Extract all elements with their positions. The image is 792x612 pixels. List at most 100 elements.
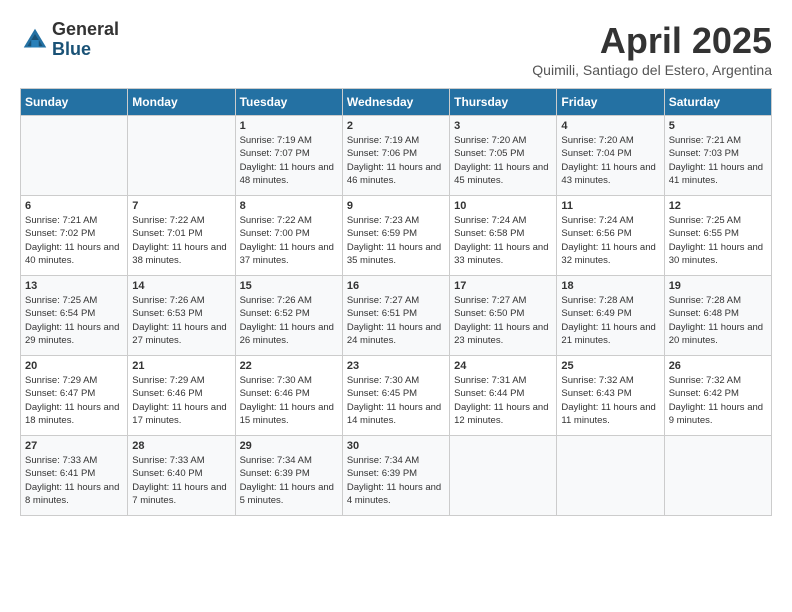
- day-info: Sunrise: 7:26 AMSunset: 6:52 PMDaylight:…: [240, 294, 338, 347]
- calendar-cell: 13 Sunrise: 7:25 AMSunset: 6:54 PMDayligh…: [21, 276, 128, 356]
- day-info: Sunrise: 7:33 AMSunset: 6:40 PMDaylight:…: [132, 454, 230, 507]
- day-number: 5: [669, 120, 767, 132]
- logo-general-text: General: [52, 20, 119, 40]
- calendar-cell: 25Sunrise: 7:32 AMSunset: 6:43 PMDayligh…: [557, 356, 664, 436]
- calendar-cell: [128, 116, 235, 196]
- day-info: Sunrise: 7:25 AMSunset: 6:55 PMDaylight:…: [669, 214, 767, 267]
- day-number: 15: [240, 280, 338, 292]
- day-info: Sunrise: 7:21 AMSunset: 7:02 PMDaylight:…: [25, 214, 123, 267]
- header-wednesday: Wednesday: [342, 89, 449, 116]
- calendar-cell: 12 Sunrise: 7:25 AMSunset: 6:55 PMDayligh…: [664, 196, 771, 276]
- calendar-cell: [21, 116, 128, 196]
- day-number: 11: [561, 200, 659, 212]
- day-info: Sunrise: 7:32 AMSunset: 6:43 PMDaylight:…: [561, 374, 659, 427]
- header-friday: Friday: [557, 89, 664, 116]
- calendar-cell: 1Sunrise: 7:19 AMSunset: 7:07 PMDaylight…: [235, 116, 342, 196]
- day-number: 17: [454, 280, 552, 292]
- day-number: 13: [25, 280, 123, 292]
- header-thursday: Thursday: [450, 89, 557, 116]
- day-info: Sunrise: 7:19 AMSunset: 7:06 PMDaylight:…: [347, 134, 445, 187]
- calendar-header-row: SundayMondayTuesdayWednesdayThursdayFrid…: [21, 89, 772, 116]
- title-block: April 2025 Quimili, Santiago del Estero,…: [532, 20, 772, 78]
- day-info: Sunrise: 7:25 AMSunset: 6:54 PMDaylight:…: [25, 294, 123, 347]
- calendar-cell: [664, 436, 771, 516]
- calendar-cell: 7Sunrise: 7:22 AMSunset: 7:01 PMDaylight…: [128, 196, 235, 276]
- day-info: Sunrise: 7:32 AMSunset: 6:42 PMDaylight:…: [669, 374, 767, 427]
- day-info: Sunrise: 7:33 AMSunset: 6:41 PMDaylight:…: [25, 454, 123, 507]
- calendar-cell: 27 Sunrise: 7:33 AMSunset: 6:41 PMDayligh…: [21, 436, 128, 516]
- day-number: 8: [240, 200, 338, 212]
- day-info: Sunrise: 7:22 AMSunset: 7:01 PMDaylight:…: [132, 214, 230, 267]
- calendar-cell: 22 Sunrise: 7:30 AMSunset: 6:46 PMDayligh…: [235, 356, 342, 436]
- logo-blue-text: Blue: [52, 40, 119, 60]
- header-tuesday: Tuesday: [235, 89, 342, 116]
- day-number: 9: [347, 200, 445, 212]
- day-number: 6: [25, 200, 123, 212]
- day-info: Sunrise: 7:20 AMSunset: 7:05 PMDaylight:…: [454, 134, 552, 187]
- month-title: April 2025: [532, 20, 772, 62]
- day-number: 21: [132, 360, 230, 372]
- day-number: 4: [561, 120, 659, 132]
- calendar-week-row: 6 Sunrise: 7:21 AMSunset: 7:02 PMDaylight…: [21, 196, 772, 276]
- day-number: 12: [669, 200, 767, 212]
- calendar-cell: 2 Sunrise: 7:19 AMSunset: 7:06 PMDaylight…: [342, 116, 449, 196]
- day-info: Sunrise: 7:24 AMSunset: 6:58 PMDaylight:…: [454, 214, 552, 267]
- day-info: Sunrise: 7:29 AMSunset: 6:46 PMDaylight:…: [132, 374, 230, 427]
- calendar-cell: 21 Sunrise: 7:29 AMSunset: 6:46 PMDayligh…: [128, 356, 235, 436]
- calendar-cell: 24 Sunrise: 7:31 AMSunset: 6:44 PMDayligh…: [450, 356, 557, 436]
- calendar-cell: 16Sunrise: 7:27 AMSunset: 6:51 PMDayligh…: [342, 276, 449, 356]
- calendar-cell: 11 Sunrise: 7:24 AMSunset: 6:56 PMDayligh…: [557, 196, 664, 276]
- day-number: 2: [347, 120, 445, 132]
- calendar-cell: [450, 436, 557, 516]
- calendar-cell: 15 Sunrise: 7:26 AMSunset: 6:52 PMDayligh…: [235, 276, 342, 356]
- day-number: 14: [132, 280, 230, 292]
- day-info: Sunrise: 7:19 AMSunset: 7:07 PMDaylight:…: [240, 134, 338, 187]
- page-header: General Blue April 2025 Quimili, Santiag…: [20, 20, 772, 78]
- day-number: 22: [240, 360, 338, 372]
- day-number: 23: [347, 360, 445, 372]
- calendar-table: SundayMondayTuesdayWednesdayThursdayFrid…: [20, 88, 772, 516]
- logo: General Blue: [20, 20, 119, 60]
- calendar-cell: 5Sunrise: 7:21 AMSunset: 7:03 PMDaylight…: [664, 116, 771, 196]
- calendar-cell: 20Sunrise: 7:29 AMSunset: 6:47 PMDayligh…: [21, 356, 128, 436]
- day-info: Sunrise: 7:24 AMSunset: 6:56 PMDaylight:…: [561, 214, 659, 267]
- header-monday: Monday: [128, 89, 235, 116]
- calendar-cell: 18 Sunrise: 7:28 AMSunset: 6:49 PMDayligh…: [557, 276, 664, 356]
- day-number: 24: [454, 360, 552, 372]
- calendar-cell: 8Sunrise: 7:22 AMSunset: 7:00 PMDaylight…: [235, 196, 342, 276]
- day-info: Sunrise: 7:23 AMSunset: 6:59 PMDaylight:…: [347, 214, 445, 267]
- calendar-cell: 6 Sunrise: 7:21 AMSunset: 7:02 PMDaylight…: [21, 196, 128, 276]
- calendar-week-row: 20Sunrise: 7:29 AMSunset: 6:47 PMDayligh…: [21, 356, 772, 436]
- day-info: Sunrise: 7:28 AMSunset: 6:48 PMDaylight:…: [669, 294, 767, 347]
- day-number: 19: [669, 280, 767, 292]
- day-number: 18: [561, 280, 659, 292]
- day-info: Sunrise: 7:34 AMSunset: 6:39 PMDaylight:…: [347, 454, 445, 507]
- day-info: Sunrise: 7:29 AMSunset: 6:47 PMDaylight:…: [25, 374, 123, 427]
- day-info: Sunrise: 7:28 AMSunset: 6:49 PMDaylight:…: [561, 294, 659, 347]
- day-number: 3: [454, 120, 552, 132]
- calendar-cell: [557, 436, 664, 516]
- day-info: Sunrise: 7:34 AMSunset: 6:39 PMDaylight:…: [240, 454, 338, 507]
- calendar-cell: 30Sunrise: 7:34 AMSunset: 6:39 PMDayligh…: [342, 436, 449, 516]
- header-saturday: Saturday: [664, 89, 771, 116]
- calendar-cell: 23 Sunrise: 7:30 AMSunset: 6:45 PMDayligh…: [342, 356, 449, 436]
- calendar-week-row: 27 Sunrise: 7:33 AMSunset: 6:41 PMDayligh…: [21, 436, 772, 516]
- day-info: Sunrise: 7:31 AMSunset: 6:44 PMDaylight:…: [454, 374, 552, 427]
- day-info: Sunrise: 7:26 AMSunset: 6:53 PMDaylight:…: [132, 294, 230, 347]
- calendar-cell: 10 Sunrise: 7:24 AMSunset: 6:58 PMDayligh…: [450, 196, 557, 276]
- location-subtitle: Quimili, Santiago del Estero, Argentina: [532, 62, 772, 78]
- day-info: Sunrise: 7:27 AMSunset: 6:50 PMDaylight:…: [454, 294, 552, 347]
- logo-icon: [20, 25, 50, 55]
- calendar-cell: 19 Sunrise: 7:28 AMSunset: 6:48 PMDayligh…: [664, 276, 771, 356]
- header-sunday: Sunday: [21, 89, 128, 116]
- calendar-cell: 3 Sunrise: 7:20 AMSunset: 7:05 PMDaylight…: [450, 116, 557, 196]
- calendar-cell: 9 Sunrise: 7:23 AMSunset: 6:59 PMDaylight…: [342, 196, 449, 276]
- day-number: 10: [454, 200, 552, 212]
- day-info: Sunrise: 7:20 AMSunset: 7:04 PMDaylight:…: [561, 134, 659, 187]
- day-number: 16: [347, 280, 445, 292]
- calendar-cell: 28Sunrise: 7:33 AMSunset: 6:40 PMDayligh…: [128, 436, 235, 516]
- day-info: Sunrise: 7:30 AMSunset: 6:46 PMDaylight:…: [240, 374, 338, 427]
- day-number: 27: [25, 440, 123, 452]
- day-number: 29: [240, 440, 338, 452]
- day-info: Sunrise: 7:30 AMSunset: 6:45 PMDaylight:…: [347, 374, 445, 427]
